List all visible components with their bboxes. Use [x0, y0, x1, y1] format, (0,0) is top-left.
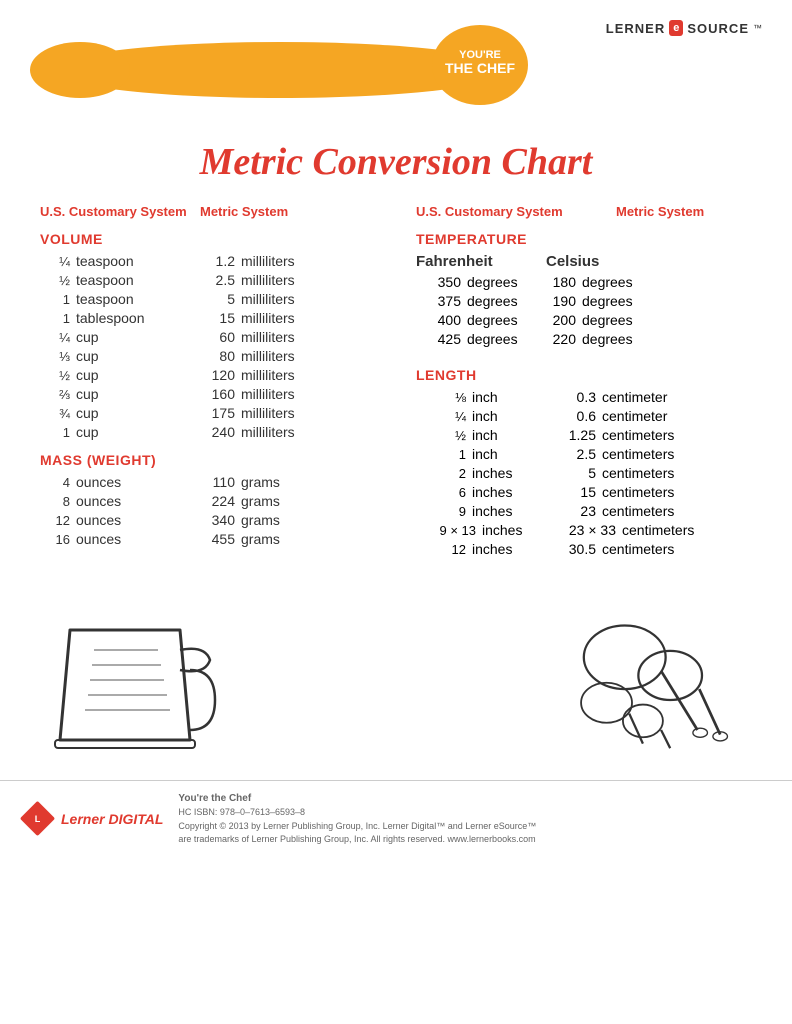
table-row: ½ cup 120 milliliters [40, 367, 376, 383]
temperature-rows: 350 degrees 180 degrees 375 degrees 190 … [416, 274, 752, 347]
table-row: 8 ounces 224 grams [40, 493, 376, 509]
footer-logo-text: Lerner DIGITAL [61, 811, 163, 827]
mass-heading: MASS (WEIGHT) [40, 452, 376, 468]
table-row: 375 degrees 190 degrees [416, 293, 752, 309]
footer-copyright: You're the Chef HC ISBN: 978–0–7613–6593… [178, 791, 536, 847]
length-heading: LENGTH [416, 367, 752, 383]
celsius-header: Celsius [546, 253, 599, 270]
lerner-text: LERNER [606, 21, 665, 36]
length-rows: ⅛ inch 0.3 centimeter ¼ inch 0.6 centime… [416, 389, 752, 557]
table-row: ⅔ cup 160 milliliters [40, 386, 376, 402]
table-row: 1 inch 2.5 centimeters [416, 446, 752, 462]
main-content: U.S. Customary System Metric System VOLU… [0, 204, 792, 560]
table-row: 6 inches 15 centimeters [416, 484, 752, 500]
table-row: 12 inches 30.5 centimeters [416, 541, 752, 557]
table-row: ¼ cup 60 milliliters [40, 329, 376, 345]
volume-heading: VOLUME [40, 231, 376, 247]
table-row: 4 ounces 110 grams [40, 474, 376, 490]
table-row: 425 degrees 220 degrees [416, 331, 752, 347]
table-row: ¾ cup 175 milliliters [40, 405, 376, 421]
right-us-header: U.S. Customary System [416, 204, 616, 219]
lerner-diamond-logo: L [20, 801, 55, 836]
table-row: ⅛ inch 0.3 centimeter [416, 389, 752, 405]
page-title: Metric Conversion Chart [0, 140, 792, 184]
right-metric-header: Metric System [616, 204, 704, 219]
svg-text:L: L [35, 814, 41, 824]
table-row: ½ teaspoon 2.5 milliliters [40, 272, 376, 288]
left-column: U.S. Customary System Metric System VOLU… [40, 204, 406, 560]
footer-logo: L Lerner DIGITAL [20, 801, 163, 836]
table-row: 12 ounces 340 grams [40, 512, 376, 528]
mass-rows: 4 ounces 110 grams 8 ounces 224 grams 12… [40, 474, 376, 547]
source-text: SOURCE [687, 21, 749, 36]
svg-text:THE CHEF: THE CHEF [445, 60, 515, 76]
table-row: ¼ teaspoon 1.2 milliliters [40, 253, 376, 269]
table-row: 350 degrees 180 degrees [416, 274, 752, 290]
header: YOU'RE THE CHEF LERNER e SOURCE ™ [0, 0, 792, 130]
lerner-logo: LERNER e SOURCE ™ [606, 20, 762, 36]
table-row: 1 tablespoon 15 milliliters [40, 310, 376, 326]
table-row: ⅓ cup 80 milliliters [40, 348, 376, 364]
table-row: 1 teaspoon 5 milliliters [40, 291, 376, 307]
table-row: 1 cup 240 milliliters [40, 424, 376, 440]
table-row: 2 inches 5 centimeters [416, 465, 752, 481]
lerner-e-badge: e [669, 20, 683, 36]
volume-rows: ¼ teaspoon 1.2 milliliters ½ teaspoon 2.… [40, 253, 376, 440]
left-col-headers: U.S. Customary System Metric System [40, 204, 376, 219]
fahrenheit-header: Fahrenheit [416, 253, 546, 270]
illustrations [0, 580, 792, 770]
table-row: 400 degrees 200 degrees [416, 312, 752, 328]
spoon-illustration: YOU'RE THE CHEF [30, 10, 530, 110]
measuring-spoons-illustration [552, 600, 752, 760]
temperature-heading: TEMPERATURE [416, 231, 752, 247]
measuring-cup-illustration [40, 600, 220, 760]
footer: L Lerner DIGITAL You're the Chef HC ISBN… [0, 780, 792, 857]
left-metric-header: Metric System [200, 204, 288, 219]
table-row: 9 × 13 inches 23 × 33 centimeters [416, 522, 752, 538]
table-row: ¼ inch 0.6 centimeter [416, 408, 752, 424]
left-us-header: U.S. Customary System [40, 204, 200, 219]
temp-column-headers: Fahrenheit Celsius [416, 253, 752, 270]
table-row: ½ inch 1.25 centimeters [416, 427, 752, 443]
table-row: 16 ounces 455 grams [40, 531, 376, 547]
right-column: U.S. Customary System Metric System TEMP… [406, 204, 752, 560]
table-row: 9 inches 23 centimeters [416, 503, 752, 519]
right-col-headers: U.S. Customary System Metric System [416, 204, 752, 219]
